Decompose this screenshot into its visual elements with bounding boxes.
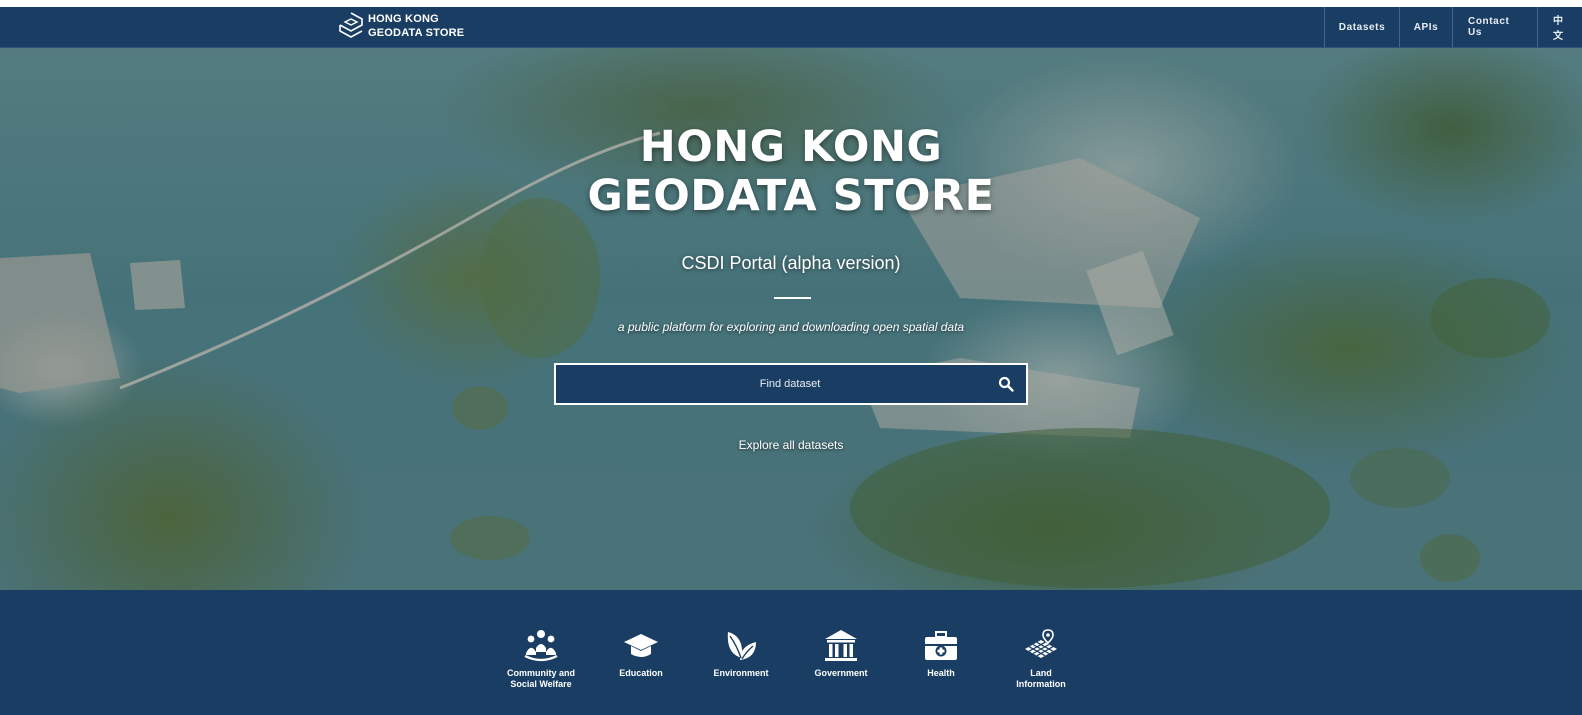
hero-title-line-2: GEODATA STORE (587, 171, 995, 221)
category-land-information[interactable]: Land Information (1001, 628, 1081, 690)
main-nav: Datasets APIs Contact Us 中文 (1324, 7, 1582, 47)
community-icon (524, 630, 558, 662)
category-label: Environment (713, 668, 769, 678)
first-aid-kit-icon (925, 631, 957, 660)
brand-line-2: GEODATA STORE (368, 27, 465, 39)
brand-name: HONG KONG GEODATA STORE (368, 12, 464, 40)
hero-aerial-map: HONG KONG GEODATA STORE CSDI Portal (alp… (0, 48, 1582, 590)
dataset-search-box[interactable] (554, 363, 1028, 405)
nav-language-chinese[interactable]: 中文 (1537, 7, 1582, 47)
map-grid-pin-icon (1025, 629, 1057, 658)
nav-contact-us[interactable]: Contact Us (1452, 7, 1537, 47)
hero-title-line-1: HONG KONG (639, 122, 943, 172)
category-bar: Community and Social Welfare Education E… (0, 590, 1582, 715)
hexagon-logo-icon (339, 12, 363, 38)
hero-divider (774, 297, 811, 299)
page: HONG KONG GEODATA STORE Datasets APIs Co… (0, 0, 1582, 715)
nav-datasets[interactable]: Datasets (1324, 7, 1399, 47)
hero-subtitle: CSDI Portal (alpha version) (681, 253, 901, 273)
explore-all-datasets-link[interactable]: Explore all datasets (0, 438, 1582, 452)
category-label: Government (814, 668, 868, 678)
category-environment[interactable]: Environment (701, 628, 781, 679)
government-building-icon (825, 630, 857, 661)
brand-logo[interactable]: HONG KONG GEODATA STORE (338, 11, 464, 41)
dataset-search-input[interactable] (556, 365, 976, 403)
category-education[interactable]: Education (601, 628, 681, 679)
leaves-icon (727, 632, 756, 660)
category-community-and-social-welfare[interactable]: Community and Social Welfare (501, 628, 581, 690)
category-label: Health (927, 668, 955, 678)
category-label: Land Information (1016, 668, 1066, 689)
hero-tagline: a public platform for exploring and down… (617, 320, 965, 334)
category-label: Education (619, 668, 663, 678)
top-bar: HONG KONG GEODATA STORE Datasets APIs Co… (0, 7, 1582, 48)
mortarboard-icon (624, 634, 658, 657)
nav-apis[interactable]: APIs (1399, 7, 1452, 47)
category-label: Community and Social Welfare (506, 668, 575, 689)
hero-title: HONG KONG GEODATA STORE (0, 123, 1582, 221)
search-icon[interactable] (998, 376, 1014, 392)
category-health[interactable]: Health (901, 628, 981, 679)
brand-line-1: HONG KONG (368, 13, 439, 25)
category-government[interactable]: Government (801, 628, 881, 679)
